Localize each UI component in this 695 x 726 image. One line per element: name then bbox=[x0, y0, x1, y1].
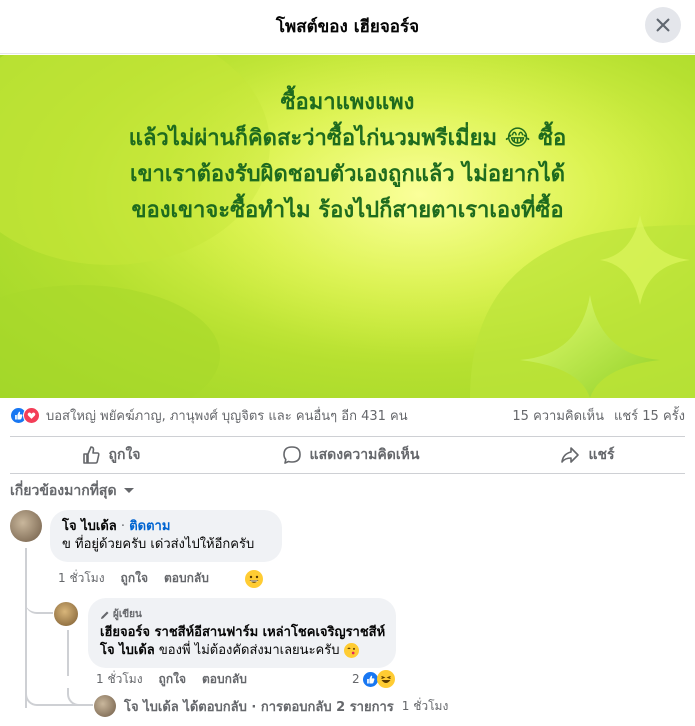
reply-like-button[interactable]: ถูกใจ bbox=[159, 670, 186, 689]
comment-count[interactable]: 15 ความคิดเห็น bbox=[512, 405, 604, 426]
comment-bubble: โจ ไบเด้ล · ติดตาม ข ที่อยู่ด้วยครับ เด่… bbox=[50, 510, 282, 562]
thumbs-up-icon bbox=[82, 446, 100, 464]
reaction-stats-bar: บอสใหญ่ พยัคฆ์ภาญ, ภานุพงศ์ บุญจิตร และ … bbox=[0, 398, 695, 432]
comment-button[interactable]: แสดงความคิดเห็น bbox=[262, 438, 440, 472]
more-replies-time: 1 ชั่วโมง bbox=[401, 698, 449, 713]
author-badge-label: ผู้เขียน bbox=[113, 609, 142, 620]
comment-sort-filter[interactable]: เกี่ยวข้องมากที่สุด bbox=[10, 480, 135, 502]
close-button[interactable] bbox=[645, 7, 681, 43]
comment-like-button[interactable]: ถูกใจ bbox=[121, 569, 148, 588]
comment-text: ข ที่อยู่ด้วยครับ เด่วส่งไปให้อีกครับ bbox=[62, 537, 255, 552]
comment-icon bbox=[282, 446, 301, 464]
thread-line bbox=[25, 548, 27, 708]
share-count[interactable]: แชร์ 15 ครั้ง bbox=[614, 405, 685, 426]
reply-time[interactable]: 1 ชั่วโมง bbox=[96, 670, 143, 689]
avatar[interactable] bbox=[54, 602, 78, 626]
comment-item: โจ ไบเด้ล · ติดตาม ข ที่อยู่ด้วยครับ เด่… bbox=[10, 510, 282, 562]
comment-meta: 1 ชั่วโมง ถูกใจ ตอบกลับ bbox=[58, 569, 263, 588]
reply-bubble: ผู้เขียน เฮียจอร์จ ราชสีห์อีสานฟาร์ม เหล… bbox=[88, 598, 396, 668]
post-line: ของเขาจะซื้อทำไม ร้องไปก็สายตาเราเองที่ซ… bbox=[131, 198, 564, 223]
mention-link[interactable]: โจ ไบเด้ล bbox=[100, 643, 155, 658]
comment-time[interactable]: 1 ชั่วโมง bbox=[58, 569, 105, 588]
pencil-icon bbox=[101, 611, 109, 619]
post-dialog-header: โพสต์ของ เฮียจอร์จ bbox=[0, 0, 695, 54]
dialog-title: โพสต์ของ เฮียจอร์จ bbox=[275, 17, 420, 37]
share-icon bbox=[561, 447, 580, 463]
post-line: ซื้อมาแพงแพง bbox=[280, 90, 415, 115]
avatar[interactable] bbox=[10, 510, 42, 542]
grin-emoji-icon[interactable] bbox=[244, 569, 263, 588]
reply-reactions[interactable]: 2 bbox=[352, 670, 395, 688]
like-label: ถูกใจ bbox=[108, 447, 141, 463]
reply-reaction-count: 2 bbox=[352, 672, 360, 686]
view-more-replies[interactable]: โจ ไบเด้ล ได้ตอบกลับ · การตอบกลับ 2 รายก… bbox=[94, 695, 448, 717]
laugh-reaction-icon bbox=[376, 670, 395, 688]
reply-item: ผู้เขียน เฮียจอร์จ ราชสีห์อีสานฟาร์ม เหล… bbox=[54, 598, 396, 668]
reaction-icons[interactable] bbox=[10, 406, 40, 424]
wink-kiss-emoji-icon bbox=[343, 643, 359, 658]
reply-reply-button[interactable]: ตอบกลับ bbox=[202, 670, 247, 689]
thread-connector bbox=[25, 600, 53, 614]
post-line: แล้วไม่ผ่านก็คิดสะว่าซื้อไก่นวมพรีเมี่ยม… bbox=[128, 126, 567, 151]
post-line: เขาเราต้องรับผิดชอบตัวเองถูกแล้ว ไม่อยาก… bbox=[129, 162, 566, 187]
post-action-bar: ถูกใจ แสดงความคิดเห็น แชร์ bbox=[10, 436, 685, 474]
author-badge: ผู้เขียน bbox=[100, 606, 384, 624]
share-label: แชร์ bbox=[588, 447, 615, 463]
comment-reply-button[interactable]: ตอบกลับ bbox=[164, 569, 209, 588]
commenter-name[interactable]: โจ ไบเด้ล bbox=[62, 519, 117, 534]
replier-name[interactable]: เฮียจอร์จ ราชสีห์อีสานฟาร์ม เหล่าโชคเจริ… bbox=[100, 624, 385, 642]
comment-label: แสดงความคิดเห็น bbox=[309, 447, 420, 463]
more-replies-text: โจ ไบเด้ล ได้ตอบกลับ · การตอบกลับ 2 รายก… bbox=[124, 699, 394, 715]
reply-text: ของพี่ ไม่ต้องคัดส่งมาเลยนะครับ bbox=[154, 643, 340, 658]
love-reaction-icon bbox=[23, 406, 40, 424]
avatar bbox=[94, 695, 116, 717]
post-text: ซื้อมาแพงแพง แล้วไม่ผ่านก็คิดสะว่าซื้อไก… bbox=[20, 85, 675, 229]
reply-meta: 1 ชั่วโมง ถูกใจ ตอบกลับ bbox=[96, 670, 247, 689]
reactors-summary[interactable]: บอสใหญ่ พยัคฆ์ภาญ, ภานุพงศ์ บุญจิตร และ … bbox=[46, 405, 512, 426]
close-icon bbox=[656, 18, 670, 32]
share-button[interactable]: แชร์ bbox=[540, 438, 634, 472]
chevron-down-icon bbox=[123, 488, 134, 493]
like-button[interactable]: ถูกใจ bbox=[61, 438, 161, 472]
post-background-image[interactable]: ซื้อมาแพงแพง แล้วไม่ผ่านก็คิดสะว่าซื้อไก… bbox=[0, 55, 695, 398]
follow-link[interactable]: ติดตาม bbox=[129, 519, 170, 534]
filter-label: เกี่ยวข้องมากที่สุด bbox=[10, 483, 117, 499]
